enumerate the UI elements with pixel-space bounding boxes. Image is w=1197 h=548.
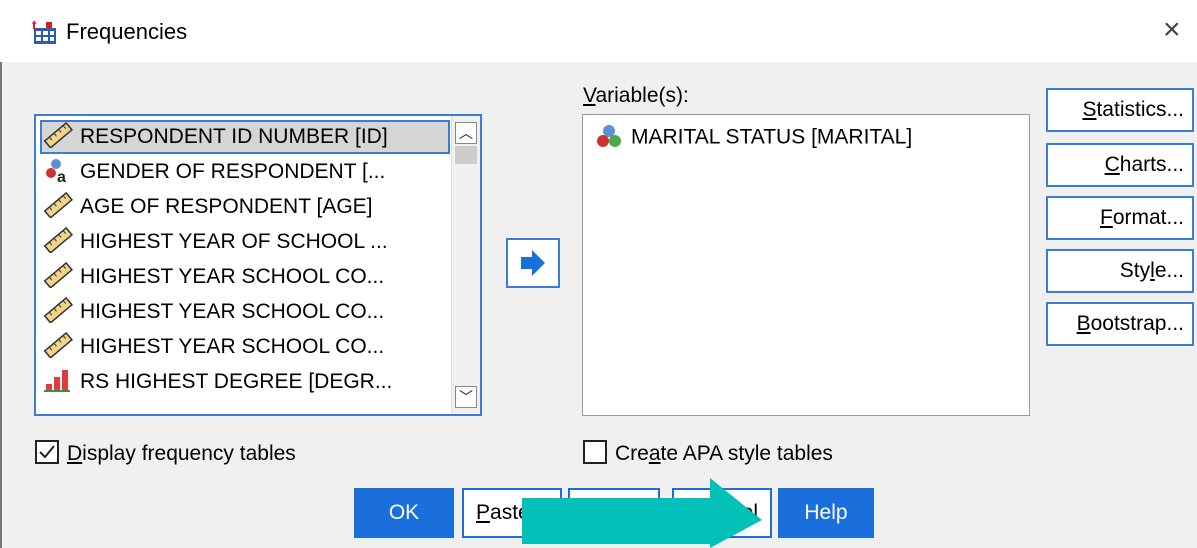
list-item-label: HIGHEST YEAR SCHOOL CO... <box>80 265 385 288</box>
help-button[interactable]: Help <box>778 488 874 538</box>
ordinal-bars-icon <box>44 370 70 393</box>
list-item-label: AGE OF RESPONDENT [AGE] <box>80 195 373 218</box>
list-item[interactable]: HIGHEST YEAR SCHOOL CO... <box>40 330 450 364</box>
variables-label: Variable(s): <box>583 84 689 107</box>
scale-ruler-icon <box>43 332 73 359</box>
frequencies-app-icon: t <box>32 18 56 44</box>
list-item-label: GENDER OF RESPONDENT [... <box>80 160 386 183</box>
scale-ruler-icon <box>43 297 73 324</box>
scale-ruler-icon <box>43 122 73 149</box>
display-frequency-tables-checkbox[interactable]: Display frequency tables <box>35 440 296 468</box>
scroll-down-icon[interactable]: ﹀ <box>455 386 477 408</box>
style-button[interactable]: Style... <box>1046 249 1194 293</box>
scale-ruler-icon <box>43 262 73 289</box>
variables-list[interactable]: MARITAL STATUS [MARITAL] <box>582 114 1030 416</box>
list-item[interactable]: HIGHEST YEAR SCHOOL CO... <box>40 295 450 329</box>
ok-button[interactable]: OK <box>354 488 454 538</box>
cancel-button[interactable]: el <box>672 488 772 538</box>
charts-button[interactable]: Charts... <box>1046 143 1194 187</box>
move-to-variables-button[interactable] <box>506 238 560 288</box>
scroll-thumb[interactable] <box>455 146 477 164</box>
checkbox-unchecked-icon[interactable] <box>583 440 607 465</box>
list-item[interactable]: RESPONDENT ID NUMBER [ID] <box>40 120 450 154</box>
checkbox-checked-icon[interactable] <box>35 440 59 465</box>
list-item-label: HIGHEST YEAR SCHOOL CO... <box>80 300 385 323</box>
scrollbar[interactable]: ︿ ﹀ <box>451 116 480 414</box>
title-bar: t Frequencies × <box>0 0 1197 62</box>
list-item[interactable]: HIGHEST YEAR OF SCHOOL ... <box>40 225 450 259</box>
statistics-button[interactable]: Statistics... <box>1046 88 1194 132</box>
list-item[interactable]: MARITAL STATUS [MARITAL] <box>591 125 912 151</box>
bootstrap-button[interactable]: Bootstrap... <box>1046 302 1194 346</box>
list-item-label: RESPONDENT ID NUMBER [ID] <box>80 125 388 148</box>
scroll-up-icon[interactable]: ︿ <box>455 122 477 144</box>
scale-ruler-icon <box>43 192 73 219</box>
nominal-string-icon: a <box>46 159 66 183</box>
create-apa-tables-checkbox[interactable]: Create APA style tables <box>583 440 833 468</box>
close-icon[interactable]: × <box>1163 13 1181 47</box>
window-left-edge <box>0 0 2 548</box>
list-item[interactable]: HIGHEST YEAR SCHOOL CO... <box>40 260 450 294</box>
list-item[interactable]: AGE OF RESPONDENT [AGE] <box>40 190 450 224</box>
list-item-label: RS HIGHEST DEGREE [DEGR... <box>80 370 393 393</box>
nominal-icon <box>597 125 621 147</box>
format-button[interactable]: Format... <box>1046 196 1194 240</box>
arrow-right-icon <box>521 250 545 276</box>
source-variable-list[interactable]: RESPONDENT ID NUMBER [ID] a GENDER OF RES… <box>34 114 482 416</box>
reset-button[interactable] <box>568 488 660 538</box>
list-item-label: MARITAL STATUS [MARITAL] <box>631 125 913 149</box>
scale-ruler-icon <box>43 227 73 254</box>
svg-text:a: a <box>57 169 66 183</box>
list-item[interactable]: RS HIGHEST DEGREE [DEGR... <box>40 365 450 399</box>
list-item[interactable]: a GENDER OF RESPONDENT [... <box>40 155 450 189</box>
list-item-label: HIGHEST YEAR OF SCHOOL ... <box>80 230 388 253</box>
paste-button[interactable]: Paste <box>462 488 562 538</box>
svg-text:t: t <box>32 18 37 33</box>
window-title: Frequencies <box>66 19 188 44</box>
list-item-label: HIGHEST YEAR SCHOOL CO... <box>80 335 385 358</box>
